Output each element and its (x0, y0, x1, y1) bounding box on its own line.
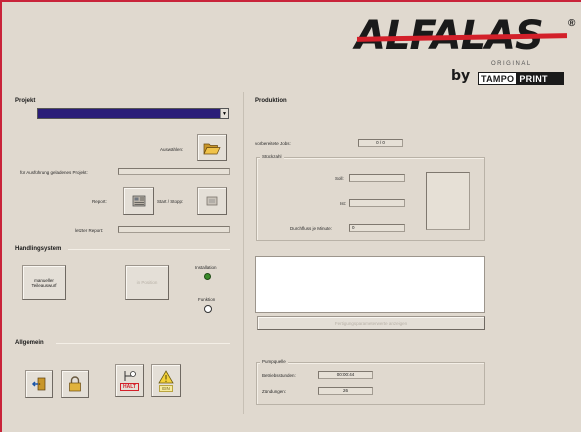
installation-label: Installation (195, 265, 217, 270)
select-project-button[interactable] (197, 134, 227, 161)
stueckzahl-legend: Stückzahl (260, 154, 284, 159)
section-title-projekt: Projekt (15, 98, 36, 104)
stueckzahl-image-box (426, 172, 470, 230)
vertical-divider (243, 92, 244, 414)
message-panel (255, 256, 485, 313)
open-folder-icon (203, 141, 221, 155)
window-left-border (0, 0, 2, 432)
report-label: Report: (92, 199, 107, 204)
tampo-text: TAMPO (481, 73, 515, 84)
last-report-field (118, 226, 230, 233)
funktion-radio[interactable] (204, 305, 212, 313)
window-top-border (0, 0, 581, 2)
jobs-field: 0 / 0 (358, 139, 403, 147)
in-position-button[interactable]: in Position (125, 265, 169, 300)
manual-eject-button[interactable]: manueller Teileauswurf (22, 265, 66, 300)
pumpquelle-legend: Pumpquelle (260, 359, 288, 364)
report-button[interactable] (123, 187, 154, 215)
exit-button[interactable] (25, 370, 53, 398)
project-select[interactable]: ▼ (37, 108, 229, 119)
zuendungen-label: Zündungen: (262, 389, 287, 394)
ist-label: Ist: (340, 201, 347, 206)
brand-logo: ALFALAS ® ORIGINAL by TAMPO PRINT (355, 12, 575, 112)
start-stop-label: Start / Stopp: (157, 199, 184, 204)
soll-label: Soll: (335, 176, 344, 181)
print-text: PRINT (516, 73, 563, 84)
ein-button[interactable]: EIN (151, 364, 181, 397)
chevron-down-icon[interactable]: ▼ (220, 109, 228, 118)
section-title-allgemein: Allgemein (15, 340, 44, 346)
halt-icon (123, 370, 137, 382)
start-stop-icon (206, 196, 218, 206)
betriebsstunden-field: 00:00:44 (318, 371, 373, 379)
jobs-label: vorbereitete Jobs: (255, 141, 291, 146)
select-label: Auswählen: (160, 147, 184, 152)
halt-label: HALT (120, 383, 139, 391)
pumpquelle-group (256, 362, 485, 405)
logo-original-text: ORIGINAL (491, 61, 532, 67)
ist-field (349, 199, 405, 207)
ein-label: EIN (159, 384, 173, 392)
section-title-produktion: Produktion (255, 98, 287, 104)
betriebsstunden-label: Betriebsstunden: (262, 373, 296, 378)
durchfluss-field: 0 (349, 224, 405, 232)
halt-button[interactable]: HALT (115, 364, 144, 397)
funktion-label: Funktion (198, 297, 216, 302)
logo-registered-mark: ® (568, 18, 576, 29)
report-icon (132, 195, 146, 207)
exit-door-icon (31, 376, 47, 392)
allgemein-separator (56, 343, 230, 344)
warning-ein-icon (158, 369, 174, 384)
loaded-project-field (118, 168, 230, 175)
show-parameters-button[interactable]: Fertigungsparameterwerte anzeigen (257, 316, 485, 330)
loaded-project-label: für Ausführung geladenes Projekt: (20, 170, 88, 175)
lock-icon (68, 376, 82, 392)
lock-button[interactable] (61, 370, 89, 398)
soll-field (349, 174, 405, 182)
last-report-label: letzter Report: (75, 228, 104, 233)
durchfluss-label: Durchfluss je Minute: (290, 226, 333, 231)
logo-by-text: by (451, 68, 471, 84)
zuendungen-field: 26 (318, 387, 373, 395)
handling-separator (68, 249, 230, 250)
start-stop-button[interactable] (197, 187, 227, 215)
tampoprint-logo: TAMPO PRINT (478, 72, 564, 85)
section-title-handling: Handlingsystem (15, 246, 62, 252)
installation-status-led (204, 273, 211, 280)
